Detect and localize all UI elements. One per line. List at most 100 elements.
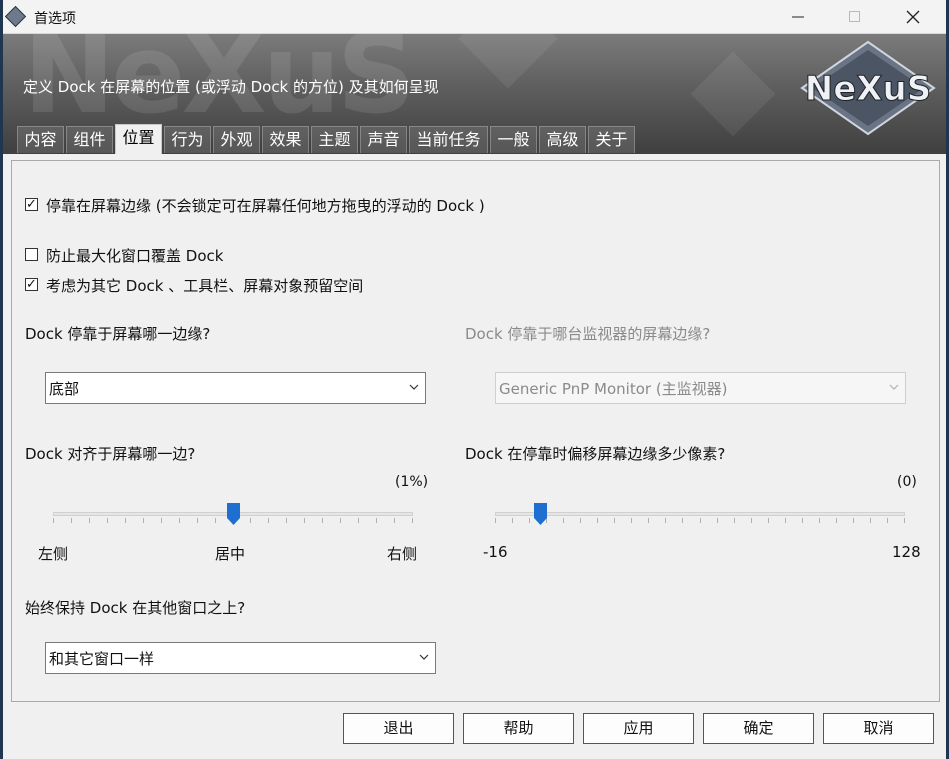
svg-text:NeXuS: NeXuS bbox=[805, 69, 931, 109]
offset-max-label: 128 bbox=[892, 543, 921, 561]
title-bar[interactable]: 首选项 bbox=[3, 0, 946, 34]
tab-components[interactable]: 组件 bbox=[66, 126, 113, 153]
monitor-select: Generic PnP Monitor (主监视器) bbox=[495, 372, 906, 404]
slider-tick bbox=[53, 518, 54, 523]
slider-tick bbox=[734, 518, 735, 523]
align-slider-thumb[interactable] bbox=[227, 503, 240, 525]
tab-appearance[interactable]: 外观 bbox=[213, 126, 260, 153]
slider-tick bbox=[887, 518, 888, 523]
slider-tick bbox=[412, 518, 413, 523]
slider-tick bbox=[358, 518, 359, 523]
tab-sounds[interactable]: 声音 bbox=[360, 126, 407, 153]
reserve-space-label: 考虑为其它 Dock 、工具栏、屏幕对象预留空间 bbox=[46, 277, 364, 295]
window-title: 首选项 bbox=[34, 11, 76, 27]
tab-content[interactable]: 内容 bbox=[17, 126, 64, 153]
exit-button[interactable]: 退出 bbox=[343, 713, 454, 744]
align-center-label: 居中 bbox=[215, 545, 246, 563]
banner-diamond-decoration bbox=[690, 51, 776, 137]
slider-tick bbox=[340, 518, 341, 523]
slider-tick bbox=[700, 518, 701, 523]
edge-question: Dock 停靠于屏幕哪一边缘? bbox=[25, 325, 211, 343]
close-icon bbox=[906, 10, 920, 24]
tab-effects[interactable]: 效果 bbox=[262, 126, 309, 153]
tab-about[interactable]: 关于 bbox=[588, 126, 635, 153]
edge-select-value: 底部 bbox=[49, 380, 80, 398]
slider-tick bbox=[648, 518, 649, 523]
align-question: Dock 对齐于屏幕哪一边? bbox=[25, 445, 196, 463]
close-button[interactable] bbox=[890, 0, 936, 33]
slider-tick bbox=[179, 518, 180, 523]
slider-tick bbox=[836, 518, 837, 523]
slider-tick bbox=[107, 518, 108, 523]
minimize-button[interactable] bbox=[775, 0, 821, 33]
monitor-question: Dock 停靠于哪台监视器的屏幕边缘? bbox=[465, 325, 711, 343]
align-right-label: 右侧 bbox=[387, 545, 418, 563]
slider-tick bbox=[89, 518, 90, 523]
slider-tick bbox=[853, 518, 854, 523]
tab-advanced[interactable]: 高级 bbox=[539, 126, 586, 153]
ok-button[interactable]: 确定 bbox=[703, 713, 814, 744]
slider-tick bbox=[215, 518, 216, 523]
prevent-maximize-checkbox[interactable] bbox=[25, 248, 38, 261]
slider-tick bbox=[197, 518, 198, 523]
offset-slider-ticks bbox=[495, 518, 905, 524]
ontop-select[interactable]: 和其它窗口一样 bbox=[45, 642, 436, 674]
chevron-down-icon bbox=[419, 654, 429, 660]
slider-tick bbox=[71, 518, 72, 523]
slider-tick bbox=[250, 518, 251, 523]
banner-subtitle: 定义 Dock 在屏幕的位置 (或浮动 Dock 的方位) 及其如何呈现 bbox=[23, 78, 439, 96]
tab-general[interactable]: 一般 bbox=[490, 126, 537, 153]
ontop-select-value: 和其它窗口一样 bbox=[49, 650, 155, 668]
slider-tick bbox=[512, 518, 513, 523]
header-banner: NeXuS 定义 Dock 在屏幕的位置 (或浮动 Dock 的方位) 及其如何… bbox=[3, 34, 946, 154]
edge-select[interactable]: 底部 bbox=[45, 372, 426, 404]
offset-readout: (0) bbox=[897, 474, 917, 490]
tab-behavior[interactable]: 行为 bbox=[164, 126, 211, 153]
slider-tick bbox=[802, 518, 803, 523]
slider-tick bbox=[161, 518, 162, 523]
prevent-maximize-label: 防止最大化窗口覆盖 Dock bbox=[46, 247, 224, 265]
slider-tick bbox=[682, 518, 683, 523]
position-settings-panel: ✓ 停靠在屏幕边缘 (不会锁定可在屏幕任何地方拖曳的浮动的 Dock ) 防止最… bbox=[11, 160, 940, 702]
reserve-space-checkbox[interactable]: ✓ bbox=[25, 277, 38, 292]
slider-tick bbox=[495, 518, 496, 523]
preferences-window: 首选项 NeXuS 定义 Dock 在屏幕的位置 (或浮动 Dock 的方位) … bbox=[3, 0, 946, 759]
slider-tick bbox=[904, 518, 905, 523]
dock-to-edge-checkbox[interactable]: ✓ bbox=[25, 197, 38, 212]
maximize-icon bbox=[849, 11, 860, 22]
tab-themes[interactable]: 主题 bbox=[311, 126, 358, 153]
cancel-button[interactable]: 取消 bbox=[823, 713, 934, 744]
help-button[interactable]: 帮助 bbox=[463, 713, 574, 744]
ontop-question: 始终保持 Dock 在其他窗口之上? bbox=[25, 599, 246, 617]
slider-tick bbox=[751, 518, 752, 523]
checkmark-icon: ✓ bbox=[26, 277, 37, 292]
slider-tick bbox=[597, 518, 598, 523]
align-left-label: 左侧 bbox=[38, 545, 69, 563]
dock-to-edge-label: 停靠在屏幕边缘 (不会锁定可在屏幕任何地方拖曳的浮动的 Dock ) bbox=[46, 197, 485, 215]
slider-tick bbox=[125, 518, 126, 523]
slider-tick bbox=[665, 518, 666, 523]
slider-tick bbox=[870, 518, 871, 523]
maximize-button bbox=[832, 0, 878, 33]
monitor-select-value: Generic PnP Monitor (主监视器) bbox=[499, 380, 728, 398]
slider-tick bbox=[631, 518, 632, 523]
tab-running-tasks[interactable]: 当前任务 bbox=[409, 126, 488, 153]
minimize-icon bbox=[792, 16, 804, 18]
slider-tick bbox=[717, 518, 718, 523]
slider-tick bbox=[768, 518, 769, 523]
slider-tick bbox=[563, 518, 564, 523]
offset-slider-thumb[interactable] bbox=[534, 503, 547, 525]
tab-position[interactable]: 位置 bbox=[115, 124, 162, 154]
align-readout: (1%) bbox=[395, 474, 429, 490]
offset-slider-track[interactable] bbox=[495, 512, 905, 516]
banner-diamond-decoration bbox=[458, 34, 558, 89]
checkmark-icon: ✓ bbox=[26, 197, 37, 212]
slider-tick bbox=[529, 518, 530, 523]
slider-tick bbox=[286, 518, 287, 523]
nexus-logo-icon: NeXuS bbox=[800, 40, 936, 136]
slider-tick bbox=[394, 518, 395, 523]
slider-tick bbox=[376, 518, 377, 523]
app-diamond-icon bbox=[4, 5, 27, 28]
apply-button[interactable]: 应用 bbox=[583, 713, 694, 744]
chevron-down-icon bbox=[409, 384, 419, 390]
